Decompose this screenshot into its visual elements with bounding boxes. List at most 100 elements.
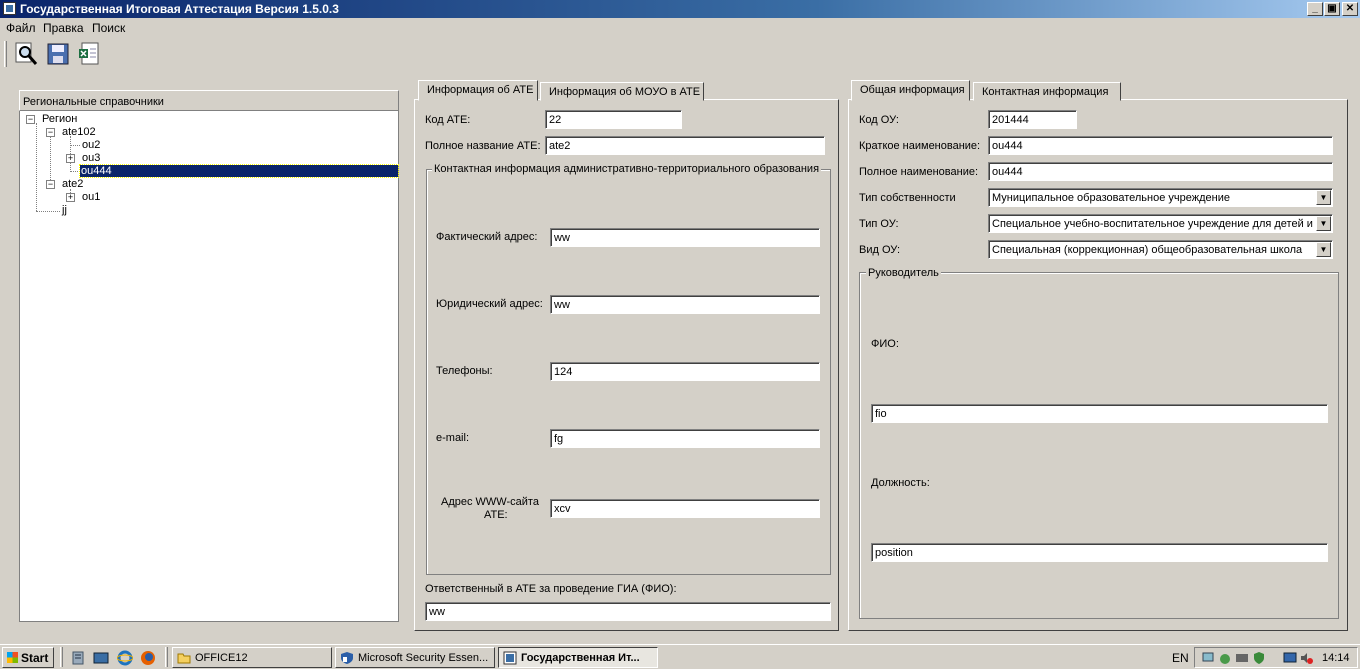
folder-icon xyxy=(177,651,191,665)
tree-node-ou444[interactable]: ou444 xyxy=(79,164,399,178)
tree-collapse-toggle[interactable]: − xyxy=(46,180,55,189)
tree-node-ou3[interactable]: ou3 xyxy=(82,152,100,164)
fio-field[interactable]: fio xyxy=(871,404,1328,423)
tree-node-ate2[interactable]: ate2 xyxy=(62,178,83,190)
taskbar-grip[interactable] xyxy=(165,647,168,667)
ou-kind-select[interactable]: Специальная (коррекционная) общеобразова… xyxy=(988,240,1333,259)
task-gia-app[interactable]: Государственная Ит... xyxy=(498,647,658,668)
full-name-ate-field[interactable]: ate2 xyxy=(545,136,825,155)
maximize-button[interactable]: ▣ xyxy=(1324,2,1340,16)
server-manager-icon[interactable] xyxy=(70,650,86,666)
kod-ate-label: Код АТЕ: xyxy=(425,114,471,126)
tab-general-info[interactable]: Общая информация xyxy=(851,80,970,101)
head-group-title: Руководитель xyxy=(866,267,941,279)
task-office12[interactable]: OFFICE12 xyxy=(172,647,332,668)
short-name-label: Краткое наименование: xyxy=(859,140,981,152)
menu-file[interactable]: Файл xyxy=(6,21,36,35)
tree-node-region[interactable]: Регион xyxy=(42,113,77,125)
tab-mouo-info[interactable]: Информация об МОУО в АТЕ xyxy=(540,82,704,101)
short-name-field[interactable]: ou444 xyxy=(988,136,1333,155)
tree-node-ou2[interactable]: ou2 xyxy=(82,139,100,151)
phones-field[interactable]: 124 xyxy=(550,362,820,381)
toolbar xyxy=(0,38,1360,70)
task-security-essentials[interactable]: Microsoft Security Essen... xyxy=(335,647,495,668)
internet-explorer-icon[interactable] xyxy=(116,650,134,666)
task-label: Microsoft Security Essen... xyxy=(358,652,489,664)
language-indicator[interactable]: EN xyxy=(1172,651,1189,665)
kod-ou-label: Код ОУ: xyxy=(859,114,899,126)
clock[interactable]: 14:14 xyxy=(1322,652,1350,664)
start-button[interactable]: Start xyxy=(2,647,54,668)
tree-node-ate102[interactable]: ate102 xyxy=(62,126,96,138)
system-tray: 14:14 xyxy=(1194,647,1358,668)
menu-bar: Файл Правка Поиск xyxy=(0,19,1360,37)
firefox-icon[interactable] xyxy=(140,650,156,666)
ou-kind-value: Специальная (коррекционная) общеобразова… xyxy=(992,244,1303,256)
vm-icon[interactable] xyxy=(1235,651,1249,665)
www-label-line2: АТЕ: xyxy=(484,509,508,521)
kod-ou-field[interactable]: 201444 xyxy=(988,110,1077,129)
tree-connector xyxy=(36,211,60,212)
security-tray-icon[interactable] xyxy=(1252,651,1266,665)
tree-node-ou1[interactable]: ou1 xyxy=(82,191,100,203)
window-title: Государственная Итоговая Аттестация Верс… xyxy=(20,2,339,16)
ou-type-value: Специальное учебно-воспитательное учрежд… xyxy=(992,218,1313,230)
search-icon[interactable] xyxy=(13,41,39,67)
taskbar: Start OFFICE12 Microsoft Security Essen.… xyxy=(0,644,1360,669)
head-group xyxy=(859,272,1339,619)
close-button[interactable]: ✕ xyxy=(1342,2,1358,16)
email-field[interactable]: fg xyxy=(550,429,820,448)
tree-connector xyxy=(70,171,80,172)
menu-edit[interactable]: Правка xyxy=(43,21,84,35)
menu-search[interactable]: Поиск xyxy=(92,21,125,35)
tree-collapse-toggle[interactable]: − xyxy=(46,128,55,137)
fact-address-field[interactable]: ww xyxy=(550,228,820,247)
responsible-label: Ответственный в АТЕ за проведение ГИА (Ф… xyxy=(425,583,677,595)
ownership-select[interactable]: Муниципальное образовательное учреждение… xyxy=(988,188,1333,207)
network-icon[interactable] xyxy=(1201,651,1215,665)
minimize-button[interactable]: _ xyxy=(1307,2,1323,16)
tree-expand-toggle[interactable]: + xyxy=(66,193,75,202)
export-excel-icon[interactable] xyxy=(76,41,102,67)
responsible-field[interactable]: ww xyxy=(425,602,831,621)
display-icon[interactable] xyxy=(1283,651,1297,665)
tree-connector xyxy=(50,136,51,184)
save-icon[interactable] xyxy=(45,41,71,67)
full-name-ate-label: Полное название АТЕ: xyxy=(425,140,541,152)
chevron-down-icon[interactable]: ▼ xyxy=(1316,190,1331,205)
legal-address-field[interactable]: ww xyxy=(550,295,820,314)
toolbar-grip[interactable] xyxy=(4,41,7,67)
volume-muted-icon[interactable] xyxy=(1299,651,1313,665)
tree-node-jj[interactable]: jj xyxy=(62,204,67,216)
taskbar-grip[interactable] xyxy=(60,647,63,667)
tab-contact-info[interactable]: Контактная информация xyxy=(973,82,1121,101)
ownership-label: Тип собственности xyxy=(859,192,956,204)
window-title-bar[interactable]: Государственная Итоговая Аттестация Верс… xyxy=(0,0,1360,18)
tree-connector xyxy=(70,145,80,146)
kod-ate-field[interactable]: 22 xyxy=(545,110,682,129)
tree-collapse-toggle[interactable]: − xyxy=(26,115,35,124)
ou-type-select[interactable]: Специальное учебно-воспитательное учрежд… xyxy=(988,214,1333,233)
tree-header: Региональные справочники xyxy=(19,90,399,111)
task-label: Государственная Ит... xyxy=(521,652,640,664)
tree-connector xyxy=(36,123,37,211)
cloud-sync-icon[interactable] xyxy=(1218,651,1232,665)
fio-label: ФИО: xyxy=(871,338,899,350)
position-field[interactable]: position xyxy=(871,543,1328,562)
ou-kind-label: Вид ОУ: xyxy=(859,244,901,256)
email-label: e-mail: xyxy=(436,432,470,444)
www-field[interactable]: xcv xyxy=(550,499,820,518)
tab-ate-info[interactable]: Информация об АТЕ xyxy=(418,80,538,101)
full-name-ou-label: Полное наименование: xyxy=(859,166,979,178)
chevron-down-icon[interactable]: ▼ xyxy=(1316,242,1331,257)
chevron-down-icon[interactable]: ▼ xyxy=(1316,216,1331,231)
tree-expand-toggle[interactable]: + xyxy=(66,154,75,163)
app-icon xyxy=(3,2,16,15)
legal-address-label: Юридический адрес: xyxy=(436,298,543,310)
desktop-icon[interactable] xyxy=(93,650,109,666)
task-label: OFFICE12 xyxy=(195,652,248,664)
phones-label: Телефоны: xyxy=(436,365,493,377)
shield-icon xyxy=(340,651,354,665)
fact-address-label: Фактический адрес: xyxy=(436,231,538,243)
full-name-ou-field[interactable]: ou444 xyxy=(988,162,1333,181)
